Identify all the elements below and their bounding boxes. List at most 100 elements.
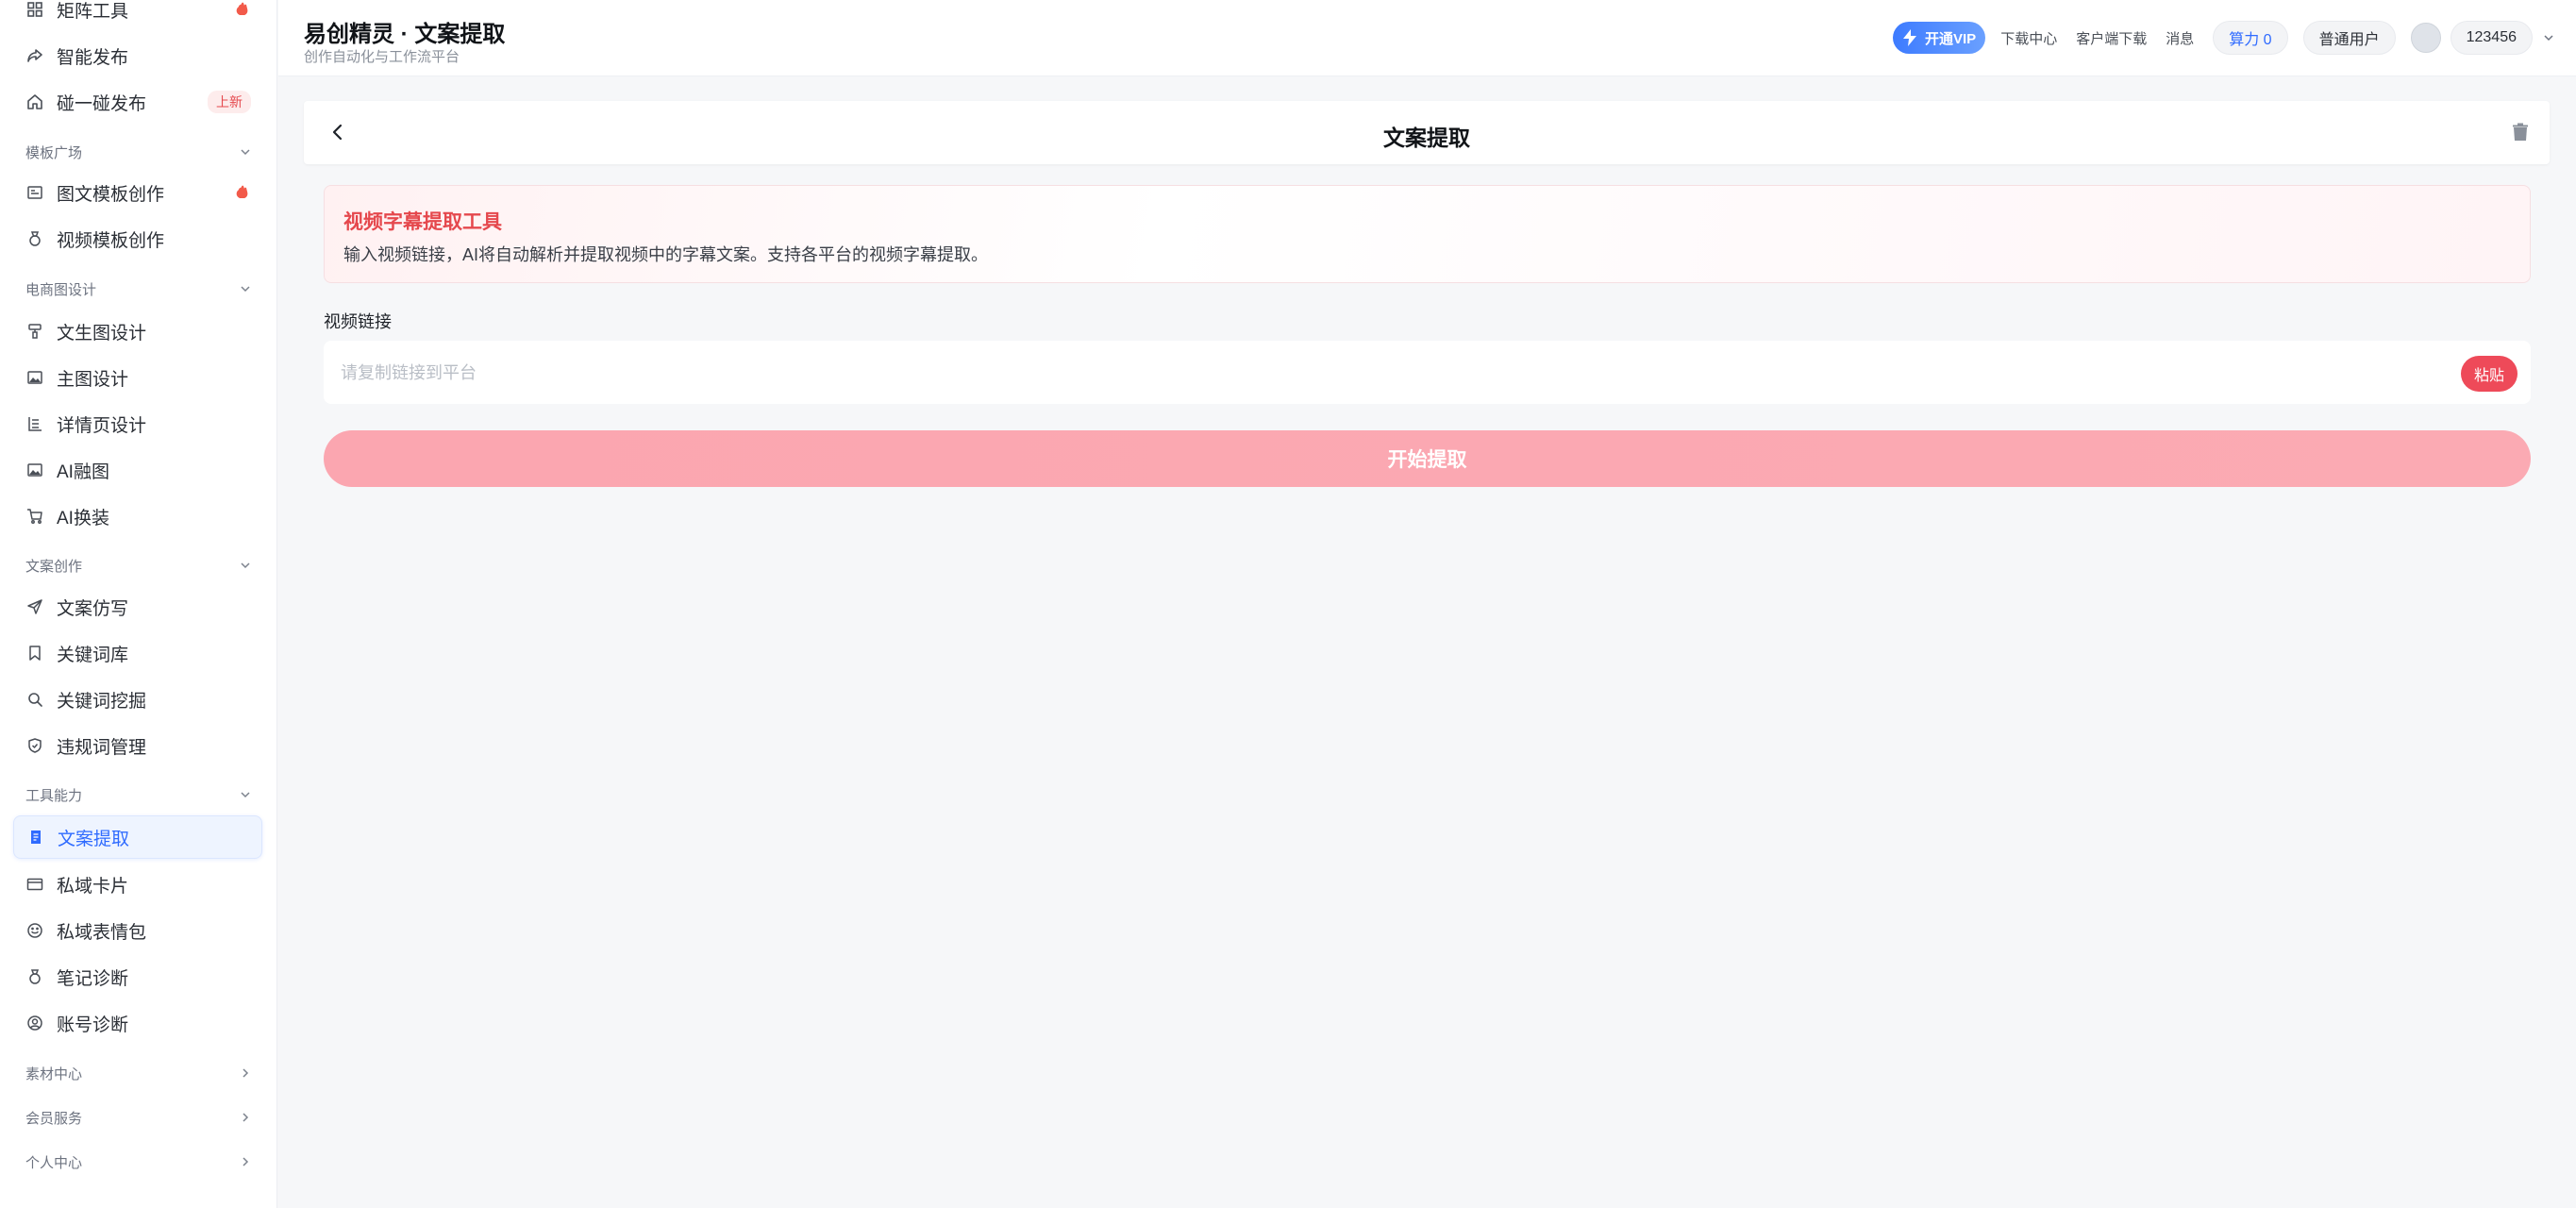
download-center-link[interactable]: 下载中心 <box>2000 28 2057 48</box>
chevron-right-icon <box>243 1113 249 1122</box>
vip-label: 开通VIP <box>1925 30 1977 47</box>
sidebar-group-label: 会员服务 <box>25 1110 83 1127</box>
page-title: 文案提取 <box>1383 126 1470 150</box>
sidebar-item-copy-rewrite[interactable]: 文案仿写 <box>13 585 262 629</box>
video-link-field: 粘贴 <box>324 341 2531 404</box>
video-link-label: 视频链接 <box>324 312 392 331</box>
hot-icon <box>236 185 248 198</box>
sidebar-group-label: 电商图设计 <box>25 281 97 298</box>
layout-icon <box>26 415 43 432</box>
chevron-right-icon <box>243 1157 249 1166</box>
new-badge: 上新 <box>208 91 251 113</box>
sidebar-item-label: 文生图设计 <box>57 323 147 344</box>
sidebar-group-personal-center[interactable]: 个人中心 <box>25 1148 252 1176</box>
sidebar-group-ecommerce-design[interactable]: 电商图设计 <box>25 275 252 303</box>
sidebar-item-note-diagnosis[interactable]: 笔记诊断 <box>13 955 262 998</box>
sidebar-item-label: 文案仿写 <box>57 598 129 619</box>
shield-icon <box>26 737 43 754</box>
sidebar-group-copywriting[interactable]: 文案创作 <box>25 551 252 579</box>
sidebar-item-keyword-library[interactable]: 关键词库 <box>13 631 262 675</box>
document-icon <box>27 829 44 846</box>
smile-icon <box>26 922 43 939</box>
sidebar-item-ai-outfit[interactable]: AI换装 <box>13 495 262 538</box>
sidebar-item-label: 账号诊断 <box>57 1015 129 1035</box>
video-link-input[interactable] <box>341 354 2398 392</box>
send-icon <box>26 598 43 615</box>
sidebar-item-main-image[interactable]: 主图设计 <box>13 356 262 399</box>
sidebar-item-keyword-mining[interactable]: 关键词挖掘 <box>13 678 262 721</box>
sidebar-item-private-card[interactable]: 私域卡片 <box>13 863 262 906</box>
user-circle-icon <box>26 1015 43 1032</box>
sidebar-item-text-to-image[interactable]: 文生图设计 <box>13 310 262 353</box>
sidebar-item-label: 笔记诊断 <box>57 968 129 989</box>
share-arrow-icon <box>26 47 43 64</box>
chevron-down-icon <box>241 149 250 156</box>
tool-info-card: 视频字幕提取工具 输入视频链接，AI将自动解析并提取视频中的字幕文案。支持各平台… <box>324 185 2531 283</box>
messages-link[interactable]: 消息 <box>2166 28 2194 48</box>
cart-icon <box>26 508 43 525</box>
hot-icon <box>236 2 248 15</box>
sidebar-item-label: 违规词管理 <box>57 737 147 758</box>
sidebar-item-video-template[interactable]: 视频模板创作 <box>13 217 262 260</box>
sidebar-item-detail-page[interactable]: 详情页设计 <box>13 402 262 445</box>
sidebar-item-copy-extract[interactable]: 文案提取 <box>13 815 262 859</box>
medal-icon <box>26 230 43 247</box>
sidebar-item-label: 碰一碰发布 <box>57 93 147 114</box>
chevron-right-icon <box>243 1068 249 1078</box>
paste-button[interactable]: 粘贴 <box>2461 356 2517 392</box>
sidebar-item-label: 图文模板创作 <box>57 184 165 205</box>
card-icon <box>26 876 43 893</box>
sidebar-item-label: 文案提取 <box>58 829 130 849</box>
sidebar-group-label: 文案创作 <box>25 558 83 575</box>
open-vip-button[interactable]: 开通VIP <box>1893 22 1986 54</box>
compute-balance[interactable]: 算力 0 <box>2213 21 2288 55</box>
client-download-link[interactable]: 客户端下载 <box>2076 28 2147 48</box>
brush-icon <box>26 323 43 340</box>
sidebar-group-material-center[interactable]: 素材中心 <box>25 1059 252 1087</box>
app-subtitle: 创作自动化与工作流平台 <box>304 49 460 65</box>
sidebar-group-label: 素材中心 <box>25 1065 83 1082</box>
username-button[interactable]: 123456 <box>2450 21 2533 55</box>
bookmark-icon <box>26 645 43 662</box>
sidebar-item-label: 关键词挖掘 <box>57 691 147 712</box>
medal-icon <box>26 968 43 985</box>
chevron-down-icon <box>241 286 250 293</box>
sidebar-group-label: 模板广场 <box>25 144 83 161</box>
picture-icon <box>26 369 43 386</box>
picture-icon <box>26 461 43 478</box>
lightning-icon <box>1903 29 1916 46</box>
sidebar-item-label: AI换装 <box>57 508 109 528</box>
chevron-down-icon[interactable] <box>2542 31 2555 44</box>
sidebar-group-label: 工具能力 <box>25 787 83 804</box>
avatar[interactable] <box>2410 23 2441 53</box>
sidebar-group-tool-capability[interactable]: 工具能力 <box>25 780 252 809</box>
chevron-down-icon <box>241 792 250 798</box>
trash-icon[interactable] <box>2510 122 2531 143</box>
app-title: 易创精灵 · 文案提取 <box>304 22 506 47</box>
sidebar-item-matrix-tools[interactable]: 矩阵工具 <box>13 0 262 31</box>
grid-icon <box>26 1 43 18</box>
sidebar-item-ai-blend[interactable]: AI融图 <box>13 448 262 492</box>
sidebar-item-label: 私域卡片 <box>57 876 129 897</box>
sidebar-item-bump-publish[interactable]: 碰一碰发布 上新 <box>13 80 262 124</box>
chevron-down-icon <box>241 562 250 569</box>
sidebar-item-label: 智能发布 <box>57 47 129 68</box>
sidebar-item-label: 详情页设计 <box>57 415 147 436</box>
sidebar-item-image-template[interactable]: 图文模板创作 <box>13 171 262 214</box>
sidebar-item-label: 视频模板创作 <box>57 230 165 251</box>
sidebar-item-label: AI融图 <box>57 461 109 482</box>
home-icon <box>26 93 43 110</box>
tool-info-title: 视频字幕提取工具 <box>343 211 502 233</box>
sidebar-item-label: 矩阵工具 <box>57 1 129 22</box>
sidebar-item-violation-words[interactable]: 违规词管理 <box>13 724 262 767</box>
user-level-badge[interactable]: 普通用户 <box>2302 21 2396 55</box>
sidebar-item-private-sticker[interactable]: 私域表情包 <box>13 909 262 952</box>
sidebar: 矩阵工具 智能发布 碰一碰发布 上新 模板广场 图文模板创作 视频模板创作 电商… <box>0 0 277 1208</box>
sidebar-group-member-service[interactable]: 会员服务 <box>25 1103 252 1132</box>
sidebar-group-template-square[interactable]: 模板广场 <box>25 138 252 166</box>
start-extract-button[interactable]: 开始提取 <box>324 430 2531 487</box>
sidebar-item-smart-publish[interactable]: 智能发布 <box>13 34 262 77</box>
sidebar-item-account-diagnosis[interactable]: 账号诊断 <box>13 1001 262 1045</box>
tool-info-description: 输入视频链接，AI将自动解析并提取视频中的字幕文案。支持各平台的视频字幕提取。 <box>343 245 989 264</box>
header-actions: 开通VIP 下载中心 客户端下载 消息 算力 0 普通用户 123456 <box>1893 19 2555 57</box>
